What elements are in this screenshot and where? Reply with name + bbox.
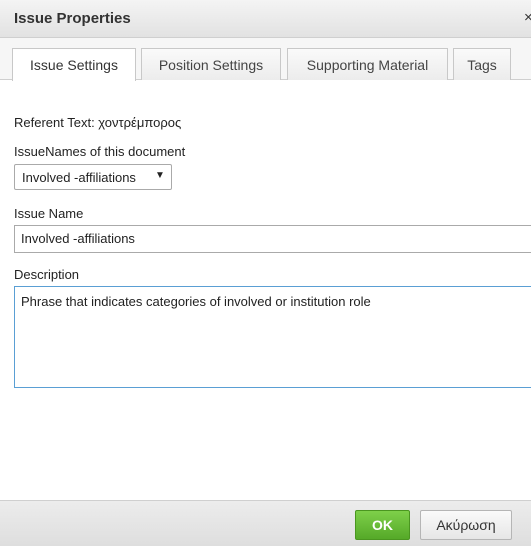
- cancel-button[interactable]: Ακύρωση: [420, 510, 512, 540]
- tab-tags[interactable]: Tags: [453, 48, 511, 80]
- description-label: Description: [14, 267, 80, 282]
- tab-issue-settings[interactable]: Issue Settings: [12, 48, 136, 81]
- close-icon[interactable]: ×: [524, 9, 531, 26]
- description-textarea[interactable]: Phrase that indicates categories of invo…: [14, 286, 531, 388]
- issue-names-selected-value: Involved -affiliations: [22, 170, 136, 185]
- tab-position-settings[interactable]: Position Settings: [141, 48, 281, 80]
- ok-button[interactable]: OK: [355, 510, 410, 540]
- referent-text: Referent Text: χοντρέμπορος: [14, 115, 182, 130]
- issue-names-select[interactable]: Involved -affiliations ▼: [14, 164, 172, 190]
- dialog-footer: OK Ακύρωση: [0, 500, 531, 546]
- dialog-titlebar: Issue Properties ×: [0, 0, 531, 38]
- issue-name-label: Issue Name: [14, 206, 84, 221]
- dialog-title: Issue Properties: [14, 10, 131, 27]
- tab-bar: Issue Settings Position Settings Support…: [0, 38, 531, 81]
- issue-names-label: IssueNames of this document: [14, 144, 186, 159]
- dropdown-arrow-icon: ▼: [155, 170, 165, 181]
- dialog-content: Referent Text: χοντρέμπορος IssueNames o…: [0, 80, 531, 488]
- issue-name-input[interactable]: Involved -affiliations: [14, 225, 531, 253]
- tab-supporting-material[interactable]: Supporting Material: [287, 48, 448, 80]
